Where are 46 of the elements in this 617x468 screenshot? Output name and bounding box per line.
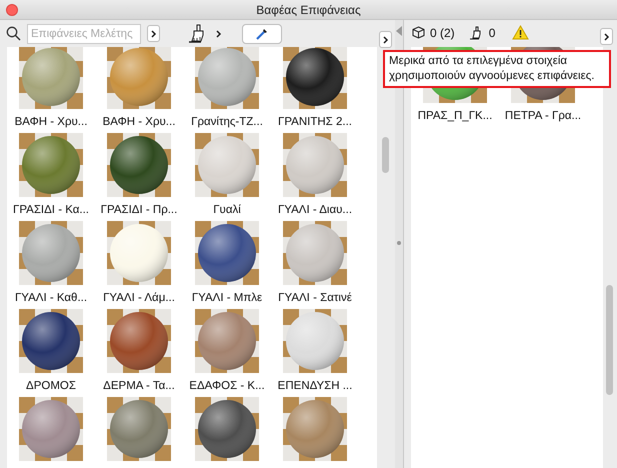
collapse-arrow-icon[interactable] [396,26,402,36]
eyedropper-icon [255,26,269,40]
splitter-handle-icon[interactable] [397,241,401,245]
surface-name: ΓΡΑΣΙΔΙ - Πρ... [100,203,178,217]
surface-name: ΕΔΑΦΟΣ - Κ... [189,379,265,393]
warning-icon[interactable] [512,25,530,40]
surface-name: Γρανίτης-ΤΖ... [191,115,263,129]
surface-name: ΒΑΦΗ - Χρυ... [102,115,176,129]
scrollbar-thumb[interactable] [606,285,613,395]
material-preview[interactable] [19,309,83,373]
surface-name: ΠΡΑΣ_Π_ΓΚ... [418,109,492,123]
search-field[interactable]: Επιφάνειες Μελέτης [27,24,141,44]
expand-button[interactable] [379,31,392,48]
surface-name: ΓΥΑΛΙ - Καθ... [14,291,88,305]
material-preview[interactable] [195,221,259,285]
surface-name: ΓΥΑΛΙ - Μπλε [192,291,262,305]
surface-name: ΓΡΑΝΙΤΗΣ 2... [278,115,352,129]
surface-name: ΒΑΦΗ - Χρυ... [14,115,88,129]
close-button[interactable] [6,4,18,16]
chevron-icon[interactable] [216,30,222,38]
chevron-icon [150,30,156,38]
surface-name: ΕΠΕΝΔΥΣΗ ... [278,379,352,393]
surface-name: ΓΥΑΛΙ - Λάμ... [103,291,175,305]
surface-name: ΓΥΑΛΙ - Διαυ... [278,203,352,217]
chevron-icon [604,32,610,40]
material-preview[interactable] [195,397,259,461]
surface-name: ΔΕΡΜΑ - Τα... [103,379,175,393]
surface-name: ΠΕΤΡΑ - Γρα... [504,109,582,123]
expand-button[interactable] [600,28,613,45]
surface-name: ΔΡΟΜΟΣ [26,379,76,393]
surface-name: ΓΥΑΛΙ - Σατινέ [278,291,352,305]
elements-count: 0 (2) [430,24,455,42]
material-preview[interactable] [283,47,347,109]
material-preview[interactable] [107,309,171,373]
cube-icon [412,26,425,39]
chevron-icon [382,36,388,44]
surfaces-count: 0 [488,24,496,42]
window-title: Βαφέας Επιφάνειας [256,2,361,18]
scrollbar-thumb[interactable] [382,137,389,173]
search-icon[interactable] [6,26,21,41]
eyedropper-button[interactable] [242,24,282,44]
material-preview[interactable] [107,133,171,197]
surface-name: ΓΡΑΣΙΔΙ - Κα... [13,203,89,217]
expand-button[interactable] [147,25,160,42]
surface-name: Γυαλί [213,203,241,217]
warning-tooltip: Μερικά από τα επιλεγμένα στοιχεία χρησιμοποιούν αγνοούμενες επιφάνειες. [383,50,611,88]
